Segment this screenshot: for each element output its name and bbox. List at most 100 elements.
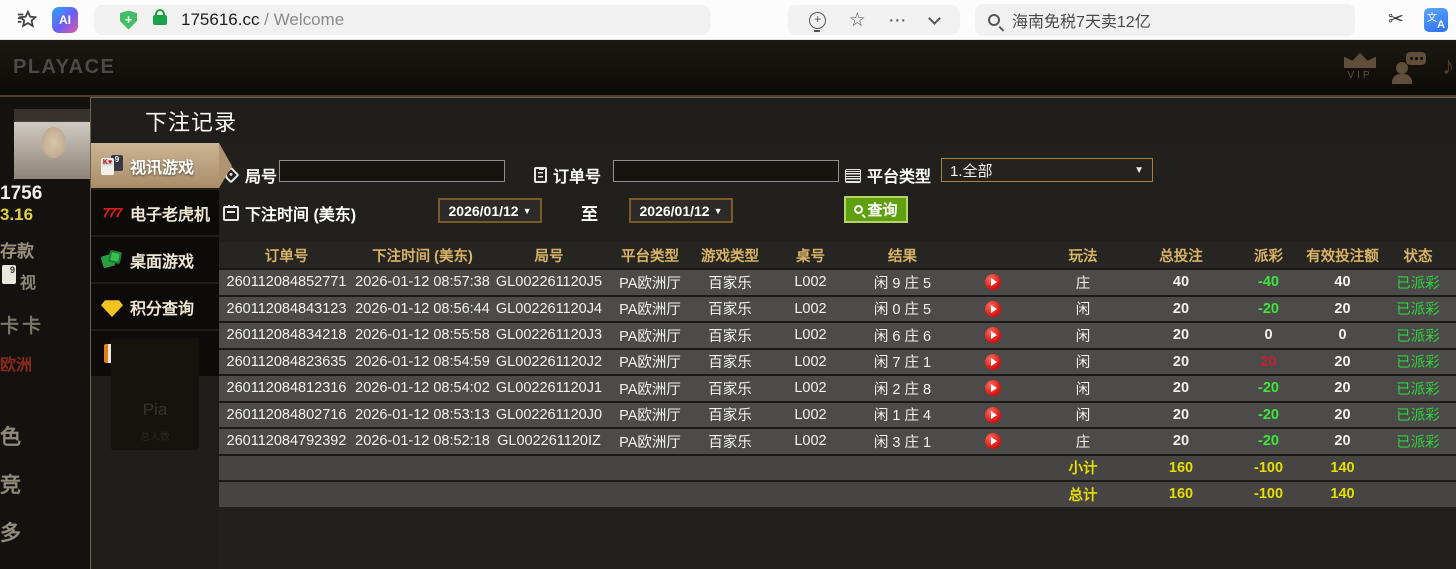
replay-play-icon[interactable] bbox=[985, 301, 1001, 317]
background-char-1: 色 bbox=[0, 421, 90, 451]
adblock-shield-icon[interactable] bbox=[120, 11, 137, 30]
replay-play-icon[interactable] bbox=[985, 327, 1001, 343]
subtotal-row-valid-bet: 140 bbox=[1306, 460, 1379, 476]
customer-service-button[interactable] bbox=[1394, 52, 1428, 84]
replay-play-icon[interactable] bbox=[985, 354, 1001, 370]
site-header: PLAYACE VIP ♪ bbox=[0, 40, 1456, 97]
replay-play-icon[interactable] bbox=[985, 433, 1001, 449]
address-bar[interactable]: 175616.cc / Welcome bbox=[94, 5, 710, 35]
more-menu-icon[interactable]: ⋯ bbox=[888, 15, 907, 26]
betting-records-table: 订单号下注时间 (美东)局号平台类型游戏类型桌号结果玩法总投注派彩有效投注额状态… bbox=[219, 242, 1456, 507]
column-header: 局号 bbox=[491, 245, 607, 266]
date-to-picker[interactable]: 2026/01/12 ▼ bbox=[629, 198, 733, 223]
cell-game-type: 百家乐 bbox=[693, 272, 767, 293]
translate-icon[interactable]: 文 A bbox=[1424, 8, 1448, 32]
round-number-input[interactable] bbox=[279, 160, 505, 182]
favorites-star-icon[interactable] bbox=[16, 9, 38, 31]
cell-payout: -40 bbox=[1231, 274, 1306, 290]
cell-round-number: GL002261120J5 bbox=[491, 274, 607, 290]
platform-type-select[interactable]: 1.全部 ▼ bbox=[941, 158, 1153, 182]
cell-order-number: 260112084802716 bbox=[219, 407, 354, 423]
order-number-input[interactable] bbox=[613, 160, 839, 182]
music-note-icon[interactable]: ♪ bbox=[1442, 52, 1455, 81]
column-header: 平台类型 bbox=[607, 245, 693, 266]
cell-valid-bet: 0 bbox=[1306, 327, 1379, 343]
cell-game-type: 百家乐 bbox=[693, 351, 767, 372]
sidebar-item-1[interactable]: 777电子老虎机 bbox=[91, 190, 219, 235]
date-from-picker[interactable]: 2026/01/12 ▼ bbox=[438, 198, 542, 223]
background-balance: 3.16 bbox=[0, 205, 90, 225]
cell-valid-bet: 20 bbox=[1306, 407, 1379, 423]
vip-button[interactable]: VIP bbox=[1342, 53, 1378, 81]
chevron-down-icon[interactable] bbox=[928, 12, 941, 25]
cell-bet-side: 闲 bbox=[1035, 298, 1131, 319]
cell-total-bet: 40 bbox=[1131, 274, 1231, 290]
cell-platform: PA欧洲厅 bbox=[607, 431, 693, 452]
sidebar-item-label: 电子老虎机 bbox=[130, 201, 210, 225]
sidebar-item-3[interactable]: 积分查询 bbox=[91, 284, 219, 329]
background-dealer-card: Pia 总人数 bbox=[111, 338, 199, 450]
dealer-name: Pia bbox=[111, 400, 199, 420]
search-query[interactable]: 海南免税7天卖12亿 bbox=[1012, 8, 1151, 32]
cell-status: 已派彩 bbox=[1379, 325, 1456, 346]
date-range-to-label: 至 bbox=[581, 200, 598, 225]
cell-total-bet: 20 bbox=[1131, 301, 1231, 317]
cell-replay bbox=[951, 354, 1035, 370]
grand-total-row-total-bet: 160 bbox=[1131, 486, 1231, 502]
screenshot-scissors-icon[interactable]: ✂ bbox=[1388, 8, 1404, 31]
platform-filter-label: 平台类型 bbox=[845, 163, 931, 187]
cell-round-number: GL002261120J2 bbox=[491, 354, 607, 370]
cell-bet-time: 2026-01-12 08:57:38 bbox=[354, 274, 491, 290]
table-row: 2601120848123162026-01-12 08:54:02GL0022… bbox=[219, 374, 1456, 401]
ai-extension-icon[interactable]: AI bbox=[52, 7, 78, 33]
column-header: 游戏类型 bbox=[693, 245, 767, 266]
table-row: 2601120848431232026-01-12 08:56:44GL0022… bbox=[219, 295, 1456, 322]
cell-table-number: L002 bbox=[767, 274, 854, 290]
sidebar-item-0[interactable]: 视讯游戏 bbox=[91, 143, 219, 188]
table-row: 2601120848527712026-01-12 08:57:38GL0022… bbox=[219, 268, 1456, 295]
cell-round-number: GL002261120J4 bbox=[491, 301, 607, 317]
bookmark-star-icon[interactable]: ☆ bbox=[849, 11, 866, 30]
cell-replay bbox=[951, 433, 1035, 449]
toolbar-button-group: ☆ ⋯ bbox=[788, 5, 960, 35]
cell-result: 闲 9 庄 5 bbox=[854, 272, 951, 293]
table-games-icon bbox=[101, 249, 123, 271]
cell-total-bet: 20 bbox=[1131, 380, 1231, 396]
cell-status: 已派彩 bbox=[1379, 431, 1456, 452]
replay-play-icon[interactable] bbox=[985, 380, 1001, 396]
search-icon bbox=[988, 14, 1000, 26]
replay-play-icon[interactable] bbox=[985, 274, 1001, 290]
cell-status: 已派彩 bbox=[1379, 351, 1456, 372]
video-cards-icon bbox=[101, 155, 123, 177]
url-text[interactable]: 175616.cc / Welcome bbox=[181, 10, 344, 30]
cell-table-number: L002 bbox=[767, 327, 854, 343]
cell-game-type: 百家乐 bbox=[693, 378, 767, 399]
cell-result: 闲 1 庄 4 bbox=[854, 404, 951, 425]
cell-game-type: 百家乐 bbox=[693, 431, 767, 452]
url-path: / Welcome bbox=[259, 10, 344, 29]
cell-status: 已派彩 bbox=[1379, 378, 1456, 399]
search-glass-icon bbox=[854, 205, 863, 214]
replay-play-icon[interactable] bbox=[985, 407, 1001, 423]
grand-total-row-label: 总计 bbox=[1035, 484, 1131, 505]
query-button[interactable]: 查询 bbox=[844, 196, 908, 223]
column-header: 结果 bbox=[854, 245, 951, 266]
table-row: 2601120847923922026-01-12 08:52:18GL0022… bbox=[219, 427, 1456, 454]
date-from-value: 2026/01/12 bbox=[449, 203, 519, 219]
cell-total-bet: 20 bbox=[1131, 407, 1231, 423]
browser-search-box[interactable]: 海南免税7天卖12亿 bbox=[975, 4, 1355, 36]
cell-round-number: GL002261120IZ bbox=[491, 433, 607, 449]
site-logo[interactable]: PLAYACE bbox=[13, 56, 115, 79]
cell-replay bbox=[951, 327, 1035, 343]
sidebar-item-label: 积分查询 bbox=[130, 295, 194, 319]
background-kaka-label: 卡卡 bbox=[0, 311, 90, 338]
cell-result: 闲 3 庄 1 bbox=[854, 431, 951, 452]
cell-total-bet: 20 bbox=[1131, 327, 1231, 343]
cell-bet-side: 闲 bbox=[1035, 404, 1131, 425]
add-collection-icon[interactable] bbox=[809, 12, 826, 29]
cell-total-bet: 20 bbox=[1131, 433, 1231, 449]
page-title: 下注记录 bbox=[91, 98, 1456, 143]
sidebar-item-2[interactable]: 桌面游戏 bbox=[91, 237, 219, 282]
secure-lock-icon[interactable] bbox=[153, 15, 167, 25]
table-row: 2601120848236352026-01-12 08:54:59GL0022… bbox=[219, 348, 1456, 375]
